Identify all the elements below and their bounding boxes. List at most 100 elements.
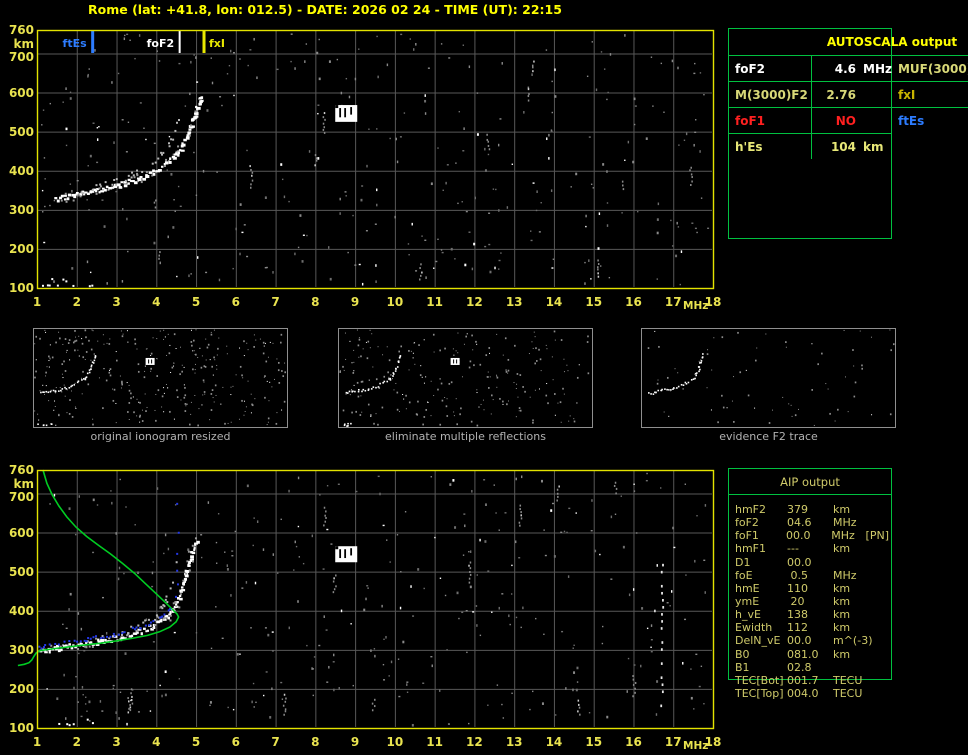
parameter-label: foF2 [729,56,811,81]
autoscala-screen: Rome (lat: +41.8, lon: 012.5) - DATE: 20… [0,0,968,755]
x-tick-label: 4 [143,295,169,309]
value-flag: [PN] [866,529,889,542]
aip-table-rows: hmF2379kmfoF204.6MHzfoF100.0MHz[PN]hmF1-… [735,503,889,700]
value-unit: km [833,542,866,555]
x-tick-label: 2 [64,735,90,749]
thumbnail-canvas [642,329,895,427]
value-unit: MHz [831,529,863,542]
parameter-value: NO [811,108,892,133]
parameter-value: 0.5 [787,569,823,582]
parameter-label: h_vE [735,608,787,621]
value-unit: km [833,503,866,516]
parameter-value: 00.0 [786,529,821,542]
aip-table-row: B0081.0km [735,648,889,661]
aip-table-row: Ewidth112 km [735,621,889,634]
bottom-ionogram-plot [37,470,714,729]
y-tick-label: 400 [2,604,34,618]
aip-table-row: ymE 20 km [735,595,889,608]
parameter-label: foF2 [735,516,787,529]
value-unit: m^(-3) [833,634,866,647]
x-tick-label: 3 [104,295,130,309]
x-tick-label: 9 [342,735,368,749]
aip-table-row: foF204.6MHz [735,516,889,529]
x-tick-label: 14 [541,295,567,309]
x-axis-unit-label: MHz [683,739,708,753]
aip-table-row: TEC[Top]004.0TECU [735,687,889,700]
aip-table-row: hmF1---km [735,542,889,555]
autoscala-output-table: AUTOSCALA output foF24.6MHzMUF(3000)F212… [728,28,892,239]
autoscala-table-row: MUF(3000)F212.7MHz [892,55,968,81]
aip-table-row: h_vE138 km [735,608,889,621]
parameter-value: 112 [787,621,823,634]
svg-text:fxI: fxI [209,37,225,50]
aip-table-row: hmE110km [735,582,889,595]
thumbnail-evidence-f2-trace [641,328,896,428]
value-unit: km [833,621,866,634]
parameter-label: ftEs [892,108,968,133]
x-tick-label: 16 [620,295,646,309]
aip-table-header: AIP output [729,475,891,489]
value-unit: km [833,608,866,621]
parameter-label: foF1 [729,108,811,133]
value-unit: TECU [833,674,866,687]
parameter-label: D1 [735,556,787,569]
autoscala-table-row: foF24.6MHz [729,55,892,81]
parameter-value: 00.0 [787,634,823,647]
value-unit: TECU [833,687,866,700]
svg-text:foF2: foF2 [147,37,175,50]
autoscala-table-header: AUTOSCALA output [729,29,968,55]
y-tick-label: 700 [2,50,34,64]
parameter-label: ymE [735,595,787,608]
aip-table-row: foE 0.5MHz [735,569,889,582]
aip-table-row: hmF2379km [735,503,889,516]
parameter-value: 081.0 [787,648,823,661]
top-ionogram-plot: ftEs foF2 fxI [37,30,714,289]
parameter-value: --- [787,542,823,555]
x-tick-label: 15 [581,735,607,749]
parameter-label: hmF2 [735,503,787,516]
bottom-ionogram-canvas [37,470,714,729]
value-unit: MHz [833,516,866,529]
parameter-label: h'Es [729,134,811,159]
thumbnail-caption: original ionogram resized [33,430,288,443]
y-tick-label: 760 [2,23,34,37]
autoscala-table-row: foF1NO [729,107,892,133]
aip-table-row: TEC[Bot]001.7TECU [735,674,889,687]
autoscala-table-row: ftEs2.4MHz [892,107,968,133]
x-tick-label: 4 [143,735,169,749]
x-tick-label: 6 [223,295,249,309]
parameter-value: 104 km [811,134,892,159]
aip-output-table: AIP output hmF2379kmfoF204.6MHzfoF100.0M… [728,468,892,680]
y-tick-label: 200 [2,682,34,696]
value-unit: km [863,140,883,154]
parameter-label: foF1 [735,529,786,542]
y-tick-label: 300 [2,643,34,657]
value-unit [833,661,866,674]
top-ionogram-canvas: ftEs foF2 fxI [37,30,714,289]
y-tick-label: 200 [2,242,34,256]
x-tick-label: 6 [223,735,249,749]
y-tick-label: 760 [2,463,34,477]
aip-table-row: foF100.0 MHz[PN] [735,529,889,542]
x-tick-label: 10 [382,735,408,749]
x-tick-label: 10 [382,295,408,309]
value-unit: km [833,595,866,608]
x-tick-label: 5 [183,295,209,309]
parameter-label: Ewidth [735,621,787,634]
thumbnail-caption: evidence F2 trace [641,430,896,443]
y-tick-label: 100 [2,281,34,295]
x-tick-label: 1 [24,295,50,309]
x-tick-label: 7 [263,295,289,309]
x-tick-label: 12 [461,735,487,749]
parameter-label: TEC[Bot] [735,674,787,687]
thumbnail-canvas [339,329,592,427]
value-number: 104 [812,140,856,154]
parameter-value: 138 [787,608,823,621]
parameter-label: M(3000)F2 [729,82,811,107]
parameter-value: 20 [787,595,823,608]
autoscala-table-row: fxI5.2MHz [892,81,968,107]
svg-text:ftEs: ftEs [63,37,88,50]
value-unit: MHz [863,62,892,76]
thumbnail-canvas [34,329,287,427]
x-tick-label: 8 [302,735,328,749]
